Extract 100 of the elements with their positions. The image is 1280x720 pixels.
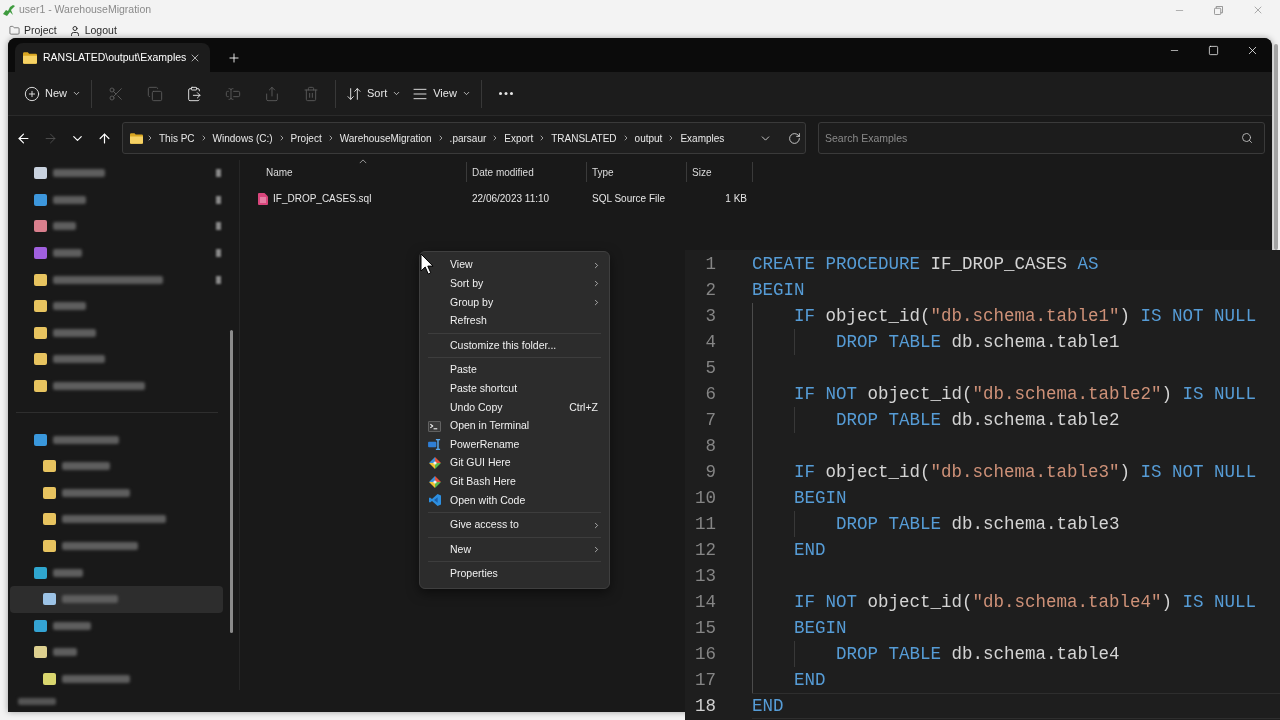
column-header[interactable]: Date modified — [467, 162, 587, 182]
ribbon-logo-icon — [428, 494, 441, 507]
new-button[interactable]: New — [20, 77, 85, 110]
address-bar[interactable]: This PC Windows (C:) Project WarehouseMigration .parsaur Export TRANSLATED output Examples — [122, 122, 806, 154]
blurred-label — [53, 249, 82, 258]
share-icon — [264, 85, 280, 102]
folder-icon — [23, 51, 37, 64]
menu-item[interactable]: Paste shortcut — [424, 379, 605, 399]
mouse-pointer-icon — [420, 253, 434, 275]
tab[interactable]: RANSLATED\output\Examples — [15, 43, 210, 72]
breadcrumb-item[interactable]: WarehouseMigration — [337, 130, 434, 146]
sort-arrows-icon — [346, 85, 362, 102]
text-field-icon — [428, 439, 441, 451]
column-header[interactable]: Name — [240, 162, 467, 182]
view-button[interactable]: View — [408, 77, 475, 110]
code-line: IF NOT object_id("db.schema.table2") IS NULL — [794, 383, 1257, 406]
maximize-icon — [1208, 44, 1219, 56]
refresh-icon — [787, 131, 801, 145]
table-cell: SQL Source File — [592, 193, 665, 204]
line-number: 2 — [705, 279, 716, 302]
menu-item[interactable]: Project — [9, 22, 57, 39]
blurred-label — [62, 595, 118, 604]
blurred-label — [62, 462, 110, 471]
menu-item[interactable]: Refresh — [424, 311, 605, 331]
menu-item[interactable]: Give access to — [424, 515, 605, 535]
breadcrumb-item[interactable]: This PC — [157, 130, 197, 146]
code-line: IF object_id("db.schema.table1") IS NOT NULL — [794, 305, 1257, 328]
line-number: 14 — [695, 591, 716, 614]
blurred-label — [53, 302, 86, 311]
copy-icon — [147, 85, 163, 102]
code-line: DROP TABLE db.schema.table2 — [836, 409, 1120, 432]
line-number: 8 — [705, 435, 716, 458]
search-field[interactable]: Search Examples — [818, 122, 1265, 154]
shortcut-text: Ctrl+Z — [569, 399, 598, 415]
code-line: IF object_id("db.schema.table3") IS NOT NULL — [794, 461, 1257, 484]
blurred-label — [53, 222, 76, 231]
breadcrumb-item[interactable]: Project — [288, 130, 324, 146]
code-line: DROP TABLE db.schema.table1 — [836, 331, 1120, 354]
diamond-icon — [428, 475, 441, 488]
code-line: BEGIN — [752, 279, 805, 302]
menu-item[interactable]: Open with Code — [424, 491, 605, 510]
nav-item[interactable] — [10, 585, 223, 613]
blurred-status-text — [18, 697, 56, 705]
menu-item[interactable]: Paste — [424, 360, 605, 380]
folder-icon — [9, 25, 20, 36]
table-cell: 1 KB — [725, 193, 747, 204]
line-number: 1 — [705, 253, 716, 276]
blurred-label — [53, 435, 119, 444]
menu-item[interactable]: Properties — [424, 564, 605, 584]
column-header[interactable]: Size — [687, 162, 753, 182]
more-icon — [498, 92, 513, 95]
blurred-label — [62, 488, 130, 497]
plus-circle-icon — [24, 85, 40, 102]
breadcrumb-item[interactable]: output — [632, 130, 665, 146]
app-logo-icon — [3, 4, 15, 16]
breadcrumb-item[interactable]: Windows (C:) — [210, 130, 275, 146]
code-line: BEGIN — [794, 617, 847, 640]
menu-item[interactable]: Logout — [68, 22, 117, 39]
menu-item[interactable]: Git Bash Here — [424, 472, 605, 492]
line-number: 7 — [705, 409, 716, 432]
line-number: 5 — [705, 357, 716, 380]
blurred-label — [53, 621, 91, 630]
code-line: END — [794, 669, 826, 692]
blurred-label — [53, 169, 105, 178]
menu-item[interactable]: PowerRename — [424, 435, 605, 454]
breadcrumb-item[interactable]: Examples — [678, 130, 727, 146]
line-number: 3 — [705, 305, 716, 328]
blurred-label — [53, 195, 86, 204]
app-title: user1 - WarehouseMigration — [19, 2, 152, 18]
terminal-icon — [428, 420, 441, 432]
code-line: IF NOT object_id("db.schema.table4") IS NULL — [794, 591, 1257, 614]
line-number: 12 — [695, 539, 716, 562]
line-number: 13 — [695, 565, 716, 588]
menu-item[interactable]: Sort by — [424, 274, 605, 294]
clipboard-icon — [186, 85, 202, 102]
user-icon — [68, 24, 81, 37]
blurred-label — [53, 568, 83, 577]
line-number: 10 — [695, 487, 716, 510]
line-number: 17 — [695, 669, 716, 692]
blurred-label — [53, 328, 96, 337]
text-cursor-box-icon — [225, 85, 241, 102]
table-cell: 22/06/2023 11:10 — [472, 193, 550, 204]
document-icon — [258, 192, 268, 205]
search-icon — [1241, 132, 1253, 144]
code-line: DROP TABLE db.schema.table3 — [836, 513, 1120, 536]
menu-item[interactable]: Git GUI Here — [424, 453, 605, 473]
breadcrumb-item[interactable]: Export — [502, 130, 536, 146]
sort-button[interactable]: Sort — [342, 77, 406, 110]
menu-item[interactable]: Open in Terminal — [424, 416, 605, 436]
breadcrumb-item[interactable]: .parsaur — [447, 130, 489, 146]
breadcrumb-item[interactable]: TRANSLATED — [549, 130, 619, 146]
menu-item[interactable]: Customize this folder... — [424, 336, 605, 355]
menu-item[interactable]: Undo Copy Ctrl+Z — [424, 398, 605, 417]
column-header[interactable]: Type — [587, 162, 687, 182]
chevron-right-icon — [146, 134, 154, 142]
line-number: 11 — [695, 513, 716, 536]
menu-item[interactable]: New — [424, 540, 605, 559]
restore-icon — [1214, 5, 1223, 15]
plus-icon — [227, 51, 241, 65]
menu-item[interactable]: Group by — [424, 293, 605, 312]
